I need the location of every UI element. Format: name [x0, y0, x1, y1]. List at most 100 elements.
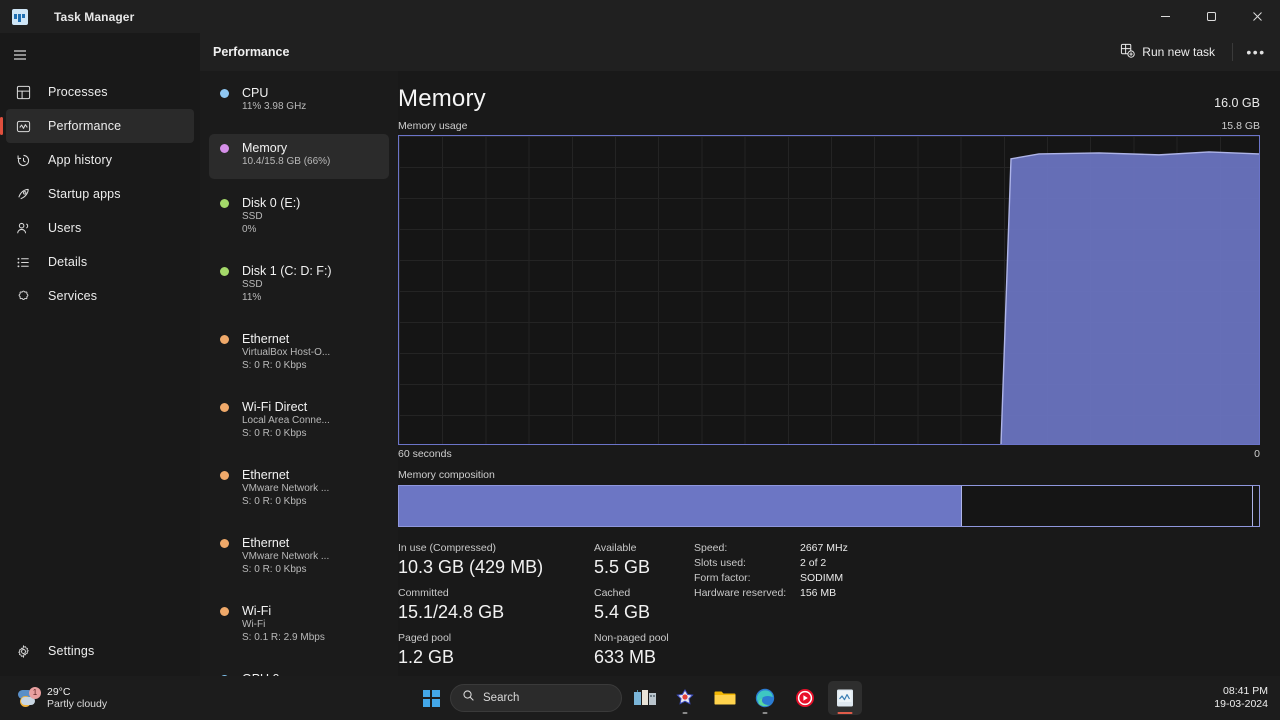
search-input[interactable]: Search	[450, 684, 622, 712]
resource-detail: SSD	[242, 279, 263, 290]
processes-icon	[12, 85, 34, 100]
sidebar-item-startup-apps[interactable]: Startup apps	[6, 177, 194, 211]
start-button[interactable]	[418, 685, 444, 711]
page-title: Performance	[213, 45, 290, 59]
resource-item-wifi-direct[interactable]: Wi-Fi Direct Local Area Conne... S: 0 R:…	[209, 393, 389, 451]
taskbar-app-file-explorer[interactable]	[708, 681, 742, 715]
resource-item-ethernet-virtualbox[interactable]: Ethernet VirtualBox Host-O... S: 0 R: 0 …	[209, 325, 389, 383]
status-dot	[220, 144, 229, 153]
sidebar-item-processes[interactable]: Processes	[6, 75, 194, 109]
stat-value: 5.5 GB	[594, 557, 651, 577]
weather-temperature: 29°C	[47, 685, 71, 698]
close-button[interactable]	[1234, 0, 1280, 33]
memory-composition-label: Memory composition	[398, 469, 495, 481]
minimize-button[interactable]	[1142, 0, 1188, 33]
spec-slots-used: Slots used: 2 of 2	[694, 556, 1260, 571]
memory-composition-bar[interactable]	[398, 485, 1260, 527]
resource-name: Ethernet	[242, 332, 290, 346]
performance-icon	[12, 119, 34, 134]
spec-key: Hardware reserved:	[694, 587, 787, 599]
resource-detail: S: 0 R: 0 Kbps	[242, 359, 307, 371]
spec-value: 2 of 2	[800, 557, 827, 569]
more-options-button[interactable]: •••	[1240, 38, 1272, 66]
weather-widget[interactable]: 1 29°C Partly cloudy	[12, 683, 113, 714]
hamburger-icon[interactable]	[0, 37, 200, 73]
running-indicator	[837, 711, 853, 714]
sidebar-item-performance[interactable]: Performance	[0, 109, 194, 143]
taskbar-app-widgets[interactable]	[628, 681, 662, 715]
rocket-icon	[12, 187, 34, 202]
sidebar-item-label: Details	[48, 255, 88, 269]
sidebar-item-settings[interactable]: Settings	[6, 634, 194, 668]
resource-list[interactable]: CPU 11% 3.98 GHz Memory 10.4/15.8 GB (66…	[200, 71, 398, 676]
status-dot	[220, 607, 229, 616]
sidebar-item-details[interactable]: Details	[6, 245, 194, 279]
resource-item-ethernet-vmware-2[interactable]: Ethernet VMware Network ... S: 0 R: 0 Kb…	[209, 529, 389, 587]
memory-usage-graph	[398, 135, 1260, 445]
resource-item-cpu[interactable]: CPU 11% 3.98 GHz	[209, 79, 389, 124]
resource-item-wifi[interactable]: Wi-Fi Wi-Fi S: 0.1 R: 2.9 Mbps	[209, 597, 389, 655]
resource-item-ethernet-vmware-1[interactable]: Ethernet VMware Network ... S: 0 R: 0 Kb…	[209, 461, 389, 519]
resource-detail: SSD	[242, 211, 263, 222]
taskbar-app-task-manager[interactable]	[828, 681, 862, 715]
taskbar-app-media-player[interactable]	[788, 681, 822, 715]
sidebar-item-label: Settings	[48, 644, 95, 658]
window-title: Task Manager	[54, 9, 135, 24]
resource-detail: S: 0 R: 0 Kbps	[242, 563, 307, 575]
memory-usage-area	[1001, 151, 1259, 444]
resource-item-disk-0[interactable]: Disk 0 (E:) SSD 0%	[209, 189, 389, 247]
spec-value: 156 MB	[800, 587, 837, 599]
windows-taskbar: 1 29°C Partly cloudy Search 08:41 PM 19-…	[0, 676, 1280, 720]
taskbar-app-edge[interactable]	[748, 681, 782, 715]
search-placeholder: Search	[483, 692, 520, 704]
resource-detail: S: 0.1 R: 2.9 Mbps	[242, 631, 325, 643]
users-icon	[12, 221, 34, 236]
stat-paged-pool: Paged pool 1.2 GB	[398, 631, 594, 670]
status-dot	[220, 199, 229, 208]
resource-detail: VMware Network ...	[242, 551, 330, 562]
resource-item-memory[interactable]: Memory 10.4/15.8 GB (66%)	[209, 134, 389, 179]
sidebar-item-app-history[interactable]: App history	[6, 143, 194, 177]
spec-form-factor: Form factor: SODIMM	[694, 571, 1260, 586]
run-new-task-button[interactable]: Run new task	[1110, 38, 1225, 66]
resource-name: Disk 0 (E:)	[242, 196, 301, 210]
resource-detail: S: 0 R: 0 Kbps	[242, 495, 307, 507]
stat-label: Cached	[594, 587, 631, 599]
stat-non-paged-pool: Non-paged pool 633 MB	[594, 631, 686, 670]
graph-label: Memory usage	[398, 120, 468, 132]
windows-logo-icon	[422, 689, 440, 707]
stat-value: 10.3 GB (429 MB)	[398, 557, 544, 577]
resource-detail: 10.4/15.8 GB (66%)	[242, 156, 331, 167]
page-toolbar: Performance Run new task •••	[200, 33, 1280, 71]
partly-cloudy-icon: 1	[18, 687, 41, 708]
task-manager-window: Task Manager Processes Performance App h…	[0, 0, 1280, 676]
toolbar-divider	[1232, 43, 1233, 61]
resource-detail: VMware Network ...	[242, 483, 330, 494]
running-indicator	[682, 711, 688, 714]
main-pane: Performance Run new task ••• CPU 11% 3.9…	[200, 33, 1280, 676]
resource-item-gpu-0[interactable]: GPU 0 Intel(R) UHD Grap... 0%	[209, 665, 389, 676]
spec-value: SODIMM	[800, 572, 844, 584]
sidebar-item-users[interactable]: Users	[6, 211, 194, 245]
status-dot	[220, 89, 229, 98]
run-new-task-label: Run new task	[1142, 45, 1215, 59]
resource-name: Ethernet	[242, 536, 290, 550]
sidebar-items: Processes Performance App history Startu…	[0, 75, 200, 313]
taskbar-app-paint[interactable]	[668, 681, 702, 715]
sidebar-item-services[interactable]: Services	[6, 279, 194, 313]
running-indicator	[762, 711, 768, 714]
status-dot	[220, 335, 229, 344]
composition-segment-standby	[1253, 486, 1259, 526]
taskbar-clock[interactable]: 08:41 PM 19-03-2024	[1214, 685, 1268, 711]
maximize-button[interactable]	[1188, 0, 1234, 33]
gear-icon	[12, 644, 34, 659]
notification-badge: 1	[29, 687, 41, 699]
resource-detail: VirtualBox Host-O...	[242, 347, 331, 358]
toolbar-actions: Run new task •••	[1110, 38, 1272, 66]
stat-label: Available	[594, 542, 637, 554]
clock-time: 08:41 PM	[1223, 685, 1268, 697]
sidebar-item-label: Processes	[48, 85, 108, 99]
status-dot	[220, 267, 229, 276]
stat-label: Paged pool	[398, 632, 452, 644]
resource-item-disk-1[interactable]: Disk 1 (C: D: F:) SSD 11%	[209, 257, 389, 315]
